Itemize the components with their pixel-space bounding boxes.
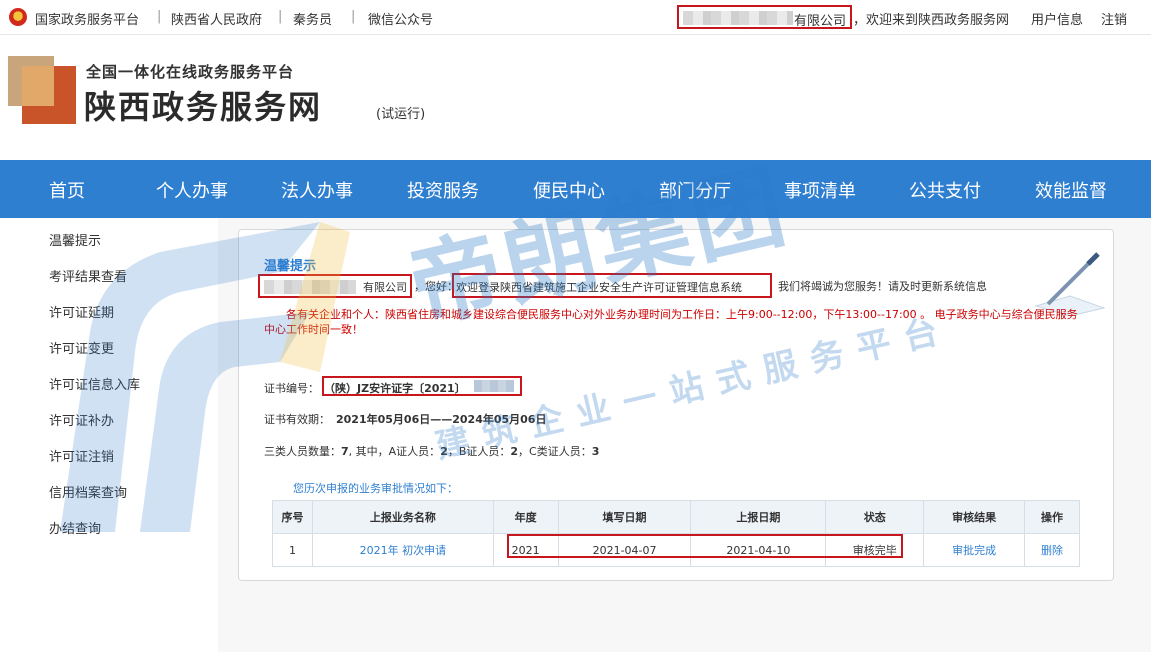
staff-c-count: 3: [591, 445, 600, 458]
trial-label: (试运行): [376, 107, 426, 122]
staff-total: 7: [341, 445, 349, 458]
top-bar: 国家政务服务平台 | 陕西省人民政府 | 秦务员 | 微信公众号 有限公司 ，欢…: [0, 0, 1151, 35]
sidebar-item-cancel[interactable]: 许可证注销: [49, 446, 114, 465]
sidebar-item-reissue[interactable]: 许可证补办: [49, 410, 114, 429]
nav-convenience[interactable]: 便民中心: [533, 177, 605, 203]
history-title: 您历次申报的业务审批情况如下：: [293, 482, 458, 495]
validity-label: 证书有效期：: [264, 413, 330, 426]
separator: |: [157, 9, 162, 24]
sidebar-item-tips[interactable]: 温馨提示: [49, 230, 101, 249]
col-header-index: 序号: [272, 500, 313, 534]
nav-departments[interactable]: 部门分厅: [659, 177, 731, 203]
redaction-blur: [264, 280, 356, 294]
company-name-redacted: 有限公司: [677, 5, 852, 29]
col-header-status: 状态: [825, 500, 925, 534]
link-qinwuyuan[interactable]: 秦务员: [293, 9, 332, 28]
col-header-business: 上报业务名称: [311, 500, 494, 534]
sidebar: 温馨提示 考评结果查看 许可证延期 许可证变更 许可证信息入库 许可证补办 许可…: [0, 218, 219, 652]
site-header: 全国一体化在线政务服务平台 陕西政务服务网 (试运行): [0, 35, 1151, 160]
staff-b-label: ，B证人员：: [447, 445, 511, 458]
row-highlight-box: [507, 534, 903, 558]
welcome-text: ，欢迎来到陕西政务服务网: [853, 13, 1010, 28]
sidebar-item-record[interactable]: 许可证信息入库: [49, 374, 140, 393]
company-name-redacted-main: 有限公司: [258, 274, 412, 298]
col-header-fill-date: 填写日期: [557, 500, 692, 534]
company-suffix-main: 有限公司: [363, 281, 407, 294]
redaction-blur: [683, 11, 793, 25]
col-header-submit-date: 上报日期: [690, 500, 827, 534]
notice-text: 各有关企业和个人：陕西省住房和城乡建设综合便民服务中心对外业务办理时间为工作日：…: [264, 308, 1078, 336]
company-suffix: 有限公司: [793, 14, 846, 29]
nav-legal-entity[interactable]: 法人办事: [281, 177, 353, 203]
staff-a-count: 2: [440, 445, 448, 458]
validity-value: 2021年05月06日——2024年05月06日: [336, 413, 547, 426]
col-header-year: 年度: [492, 500, 559, 534]
cell-index: 1: [272, 533, 313, 567]
system-welcome-text: 欢迎登录陕西省建筑施工企业安全生产许可证管理信息系统: [456, 281, 742, 294]
staff-count-line: 三类人员数量：7, 其中，A证人员：2，B证人员：2，C类证人员：3: [264, 443, 599, 459]
staff-mid: , 其中，A证人员：: [348, 445, 441, 458]
main-nav: 首页 个人办事 法人办事 投资服务 便民中心 部门分厅 事项清单 公共支付 效能…: [0, 160, 1151, 218]
sidebar-item-completed[interactable]: 办结查询: [49, 518, 101, 537]
separator: |: [351, 9, 356, 24]
platform-subtitle: 全国一体化在线政务服务平台: [86, 63, 295, 81]
link-provincial-gov[interactable]: 陕西省人民政府: [171, 9, 262, 28]
link-wechat[interactable]: 微信公众号: [368, 9, 433, 28]
national-emblem-icon: [9, 8, 27, 26]
cert-number-value: （陕）JZ安许证字〔2021〕: [324, 382, 466, 395]
col-header-action: 操作: [1024, 500, 1080, 534]
nav-payment[interactable]: 公共支付: [909, 177, 981, 203]
link-national-platform[interactable]: 国家政务服务平台: [35, 9, 139, 28]
staff-c-label: ，C类证人员：: [518, 445, 592, 458]
sidebar-item-change[interactable]: 许可证变更: [49, 338, 114, 357]
separator: |: [278, 9, 283, 24]
user-info-link[interactable]: 用户信息: [1031, 9, 1083, 28]
sidebar-item-credit[interactable]: 信用档案查询: [49, 482, 127, 501]
table-header-row: 序号 上报业务名称 年度 填写日期 上报日期 状态 审核结果 操作: [272, 500, 1080, 534]
delete-link[interactable]: 删除: [1024, 533, 1080, 567]
system-welcome-box: 欢迎登录陕西省建筑施工企业安全生产许可证管理信息系统: [452, 273, 772, 298]
nav-item-list[interactable]: 事项清单: [784, 177, 856, 203]
nav-investment[interactable]: 投资服务: [407, 177, 479, 203]
cell-business-link[interactable]: 2021年 初次申请: [311, 533, 494, 567]
cert-number-label: 证书编号：: [264, 382, 319, 395]
nav-supervision[interactable]: 效能监督: [1035, 177, 1107, 203]
sidebar-item-evaluation[interactable]: 考评结果查看: [49, 266, 127, 285]
logout-link[interactable]: 注销: [1101, 9, 1127, 28]
staff-b-count: 2: [510, 445, 519, 458]
cell-result-link[interactable]: 审批完成: [923, 533, 1026, 567]
nav-home[interactable]: 首页: [49, 177, 85, 203]
service-message: 我们将竭诚为您服务！请及时更新系统信息: [778, 280, 987, 293]
col-header-result: 审核结果: [923, 500, 1026, 534]
site-title[interactable]: 陕西政务服务网: [84, 82, 322, 128]
tip-title: 温馨提示: [264, 259, 317, 274]
redaction-blur: [474, 380, 514, 392]
sidebar-item-extension[interactable]: 许可证延期: [49, 302, 114, 321]
nav-personal[interactable]: 个人办事: [156, 177, 228, 203]
staff-label: 三类人员数量：: [264, 445, 341, 458]
site-logo-icon[interactable]: [8, 56, 76, 124]
